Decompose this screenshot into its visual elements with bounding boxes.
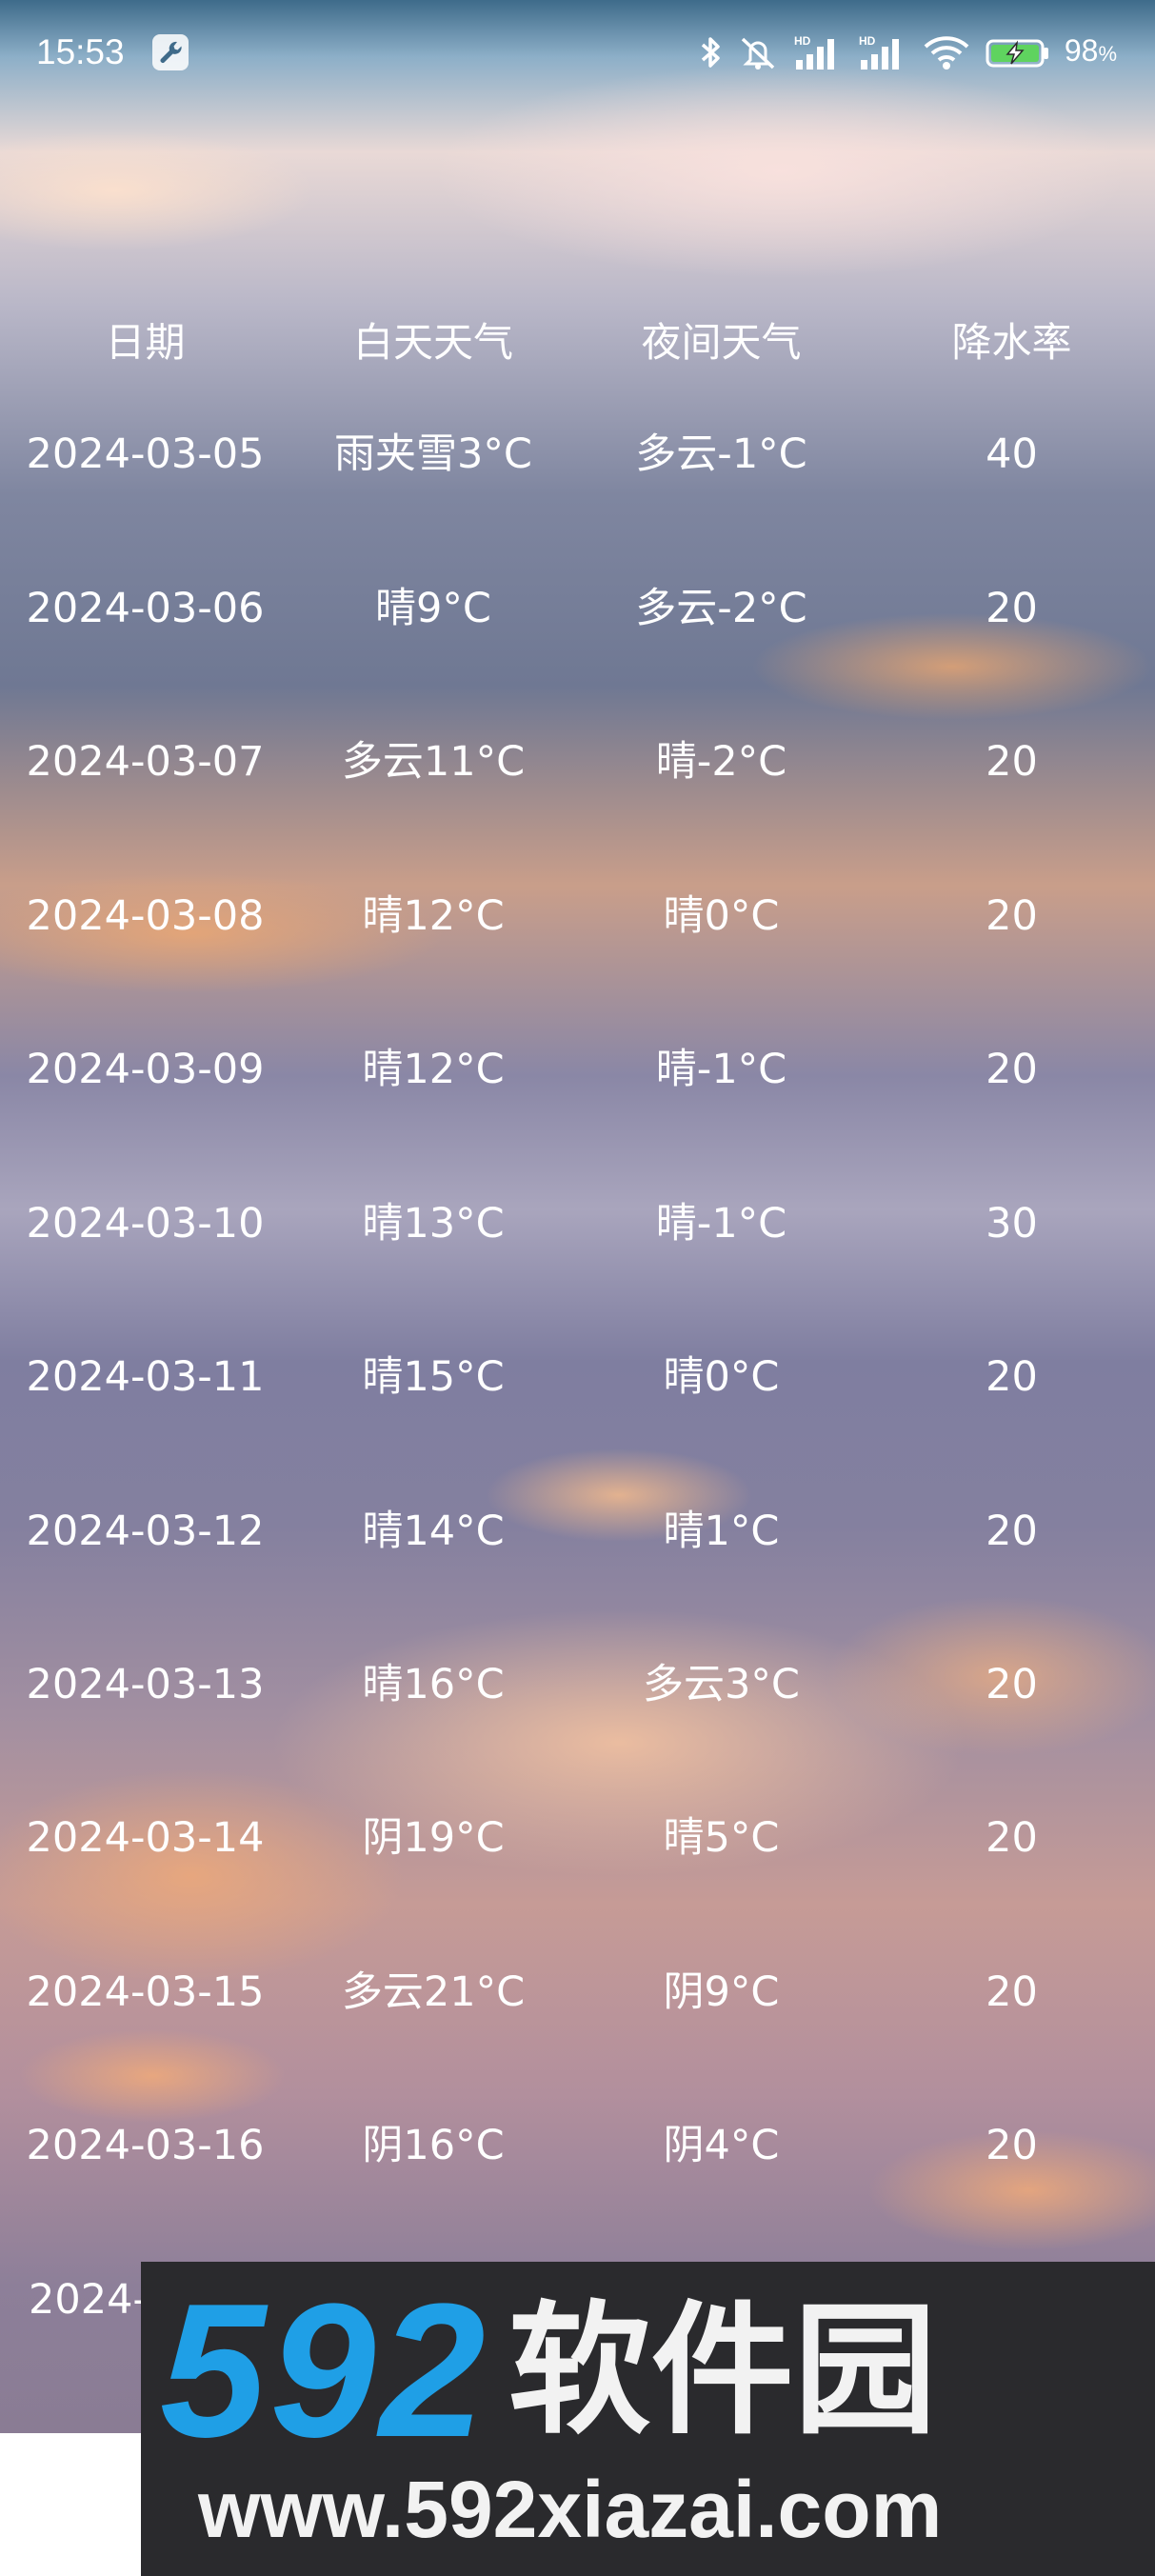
header-day-weather: 白天天气 <box>352 319 513 366</box>
watermark-logo-number: 592 <box>160 2265 489 2477</box>
row-day-weather: 多云21°C <box>341 1968 526 2016</box>
row-date: 2024-03-16 <box>26 2122 265 2169</box>
table-row: 2024-03-07 多云11°C 晴-2°C 20 <box>0 729 1155 795</box>
row-night-weather: 阴9°C <box>663 1968 780 2016</box>
row-day-weather: 多云11°C <box>341 738 526 786</box>
table-row: 2024-03-12 晴14°C 晴1°C 20 <box>0 1498 1155 1565</box>
row-day-weather: 晴9°C <box>375 585 491 632</box>
table-row: 2024-03-14 阴19°C 晴5°C 20 <box>0 1805 1155 1871</box>
row-day-weather: 晴12°C <box>362 1046 505 1093</box>
header-date: 日期 <box>105 319 186 366</box>
row-precipitation: 20 <box>986 585 1038 632</box>
watermark-logo: 592 软件园 <box>160 2265 937 2477</box>
row-date: 2024-03-07 <box>26 738 265 786</box>
table-row: 2024-03-08 晴12°C 晴0°C 20 <box>0 883 1155 949</box>
row-night-weather: 多云3°C <box>643 1661 800 1708</box>
status-bar: 15:53 HD HD 98% <box>0 0 1155 105</box>
row-night-weather: 阴4°C <box>663 2122 780 2169</box>
row-day-weather: 阴19°C <box>362 1814 505 1862</box>
row-day-weather: 晴13°C <box>362 1200 505 1248</box>
row-night-weather: 晴0°C <box>663 1353 780 1401</box>
row-night-weather: 晴-1°C <box>655 1046 787 1093</box>
row-night-weather: 晴5°C <box>663 1814 780 1862</box>
row-night-weather: 多云-2°C <box>635 585 807 632</box>
row-precipitation: 30 <box>986 1200 1038 1248</box>
row-date: 2024-03-13 <box>26 1661 265 1708</box>
row-night-weather: 晴0°C <box>663 892 780 940</box>
row-precipitation: 20 <box>986 1814 1038 1862</box>
row-day-weather: 雨夹雪3°C <box>334 430 532 478</box>
row-precipitation: 20 <box>986 1353 1038 1401</box>
row-day-weather: 晴12°C <box>362 892 505 940</box>
row-date: 2024-03-09 <box>26 1046 265 1093</box>
row-date: 2024-03-06 <box>26 585 265 632</box>
table-row: 2024-03-09 晴12°C 晴-1°C 20 <box>0 1036 1155 1103</box>
cell-signal-icon: HD <box>857 33 908 71</box>
battery-percentage: 98% <box>1064 33 1117 68</box>
table-row: 2024-03-13 晴16°C 多云3°C 20 <box>0 1651 1155 1718</box>
watermark-banner: 592 软件园 www.592xiazai.com <box>141 2262 1155 2576</box>
row-day-weather: 晴15°C <box>362 1353 505 1401</box>
status-time: 15:53 <box>36 32 125 71</box>
table-row: 2024-03-15 多云21°C 阴9°C 20 <box>0 1959 1155 2026</box>
mute-vibrate-icon <box>737 33 779 71</box>
row-date: 2024-03-08 <box>26 892 265 940</box>
row-day-weather: 晴16°C <box>362 1661 505 1708</box>
signal-hd-label: HD <box>794 34 811 48</box>
wrench-icon <box>152 34 189 70</box>
table-row: 2024-03-06 晴9°C 多云-2°C 20 <box>0 575 1155 642</box>
row-precipitation: 20 <box>986 1508 1038 1555</box>
row-precipitation: 20 <box>986 738 1038 786</box>
header-precipitation: 降水率 <box>951 319 1072 366</box>
row-date: 2024-03-05 <box>26 430 265 478</box>
table-row: 2024-03-11 晴15°C 晴0°C 20 <box>0 1344 1155 1410</box>
header-night-weather: 夜间天气 <box>641 319 802 366</box>
cell-signal-icon: HD <box>792 33 844 71</box>
row-night-weather: 晴-2°C <box>655 738 787 786</box>
row-date: 2024-03-11 <box>26 1353 265 1401</box>
row-precipitation: 40 <box>986 430 1038 478</box>
signal-hd-label: HD <box>859 34 876 48</box>
wifi-icon <box>922 33 971 71</box>
row-day-weather: 阴16°C <box>362 2122 505 2169</box>
watermark-logo-text: 软件园 <box>508 2288 937 2454</box>
row-precipitation: 20 <box>986 1968 1038 2016</box>
row-precipitation: 20 <box>986 2122 1038 2169</box>
row-night-weather: 晴-1°C <box>655 1200 787 1248</box>
row-date: 2024-03-14 <box>26 1814 265 1862</box>
row-date: 2024-03-10 <box>26 1200 265 1248</box>
table-row: 2024-03-10 晴13°C 晴-1°C 30 <box>0 1190 1155 1257</box>
watermark-url: www.592xiazai.com <box>198 2465 943 2554</box>
row-day-weather: 晴14°C <box>362 1508 505 1555</box>
row-precipitation: 20 <box>986 1046 1038 1093</box>
bluetooth-icon <box>699 33 724 71</box>
status-icons: HD HD 98% <box>699 29 1117 76</box>
table-row: 2024-03-16 阴16°C 阴4°C 20 <box>0 2112 1155 2179</box>
row-date: 2024-03-15 <box>26 1968 265 2016</box>
row-precipitation: 20 <box>986 1661 1038 1708</box>
row-precipitation: 20 <box>986 892 1038 940</box>
row-night-weather: 多云-1°C <box>635 430 807 478</box>
row-night-weather: 晴1°C <box>663 1508 780 1555</box>
row-date: 2024-03-12 <box>26 1508 265 1555</box>
battery-charging-icon <box>985 33 1051 71</box>
table-row: 2024-03-05 雨夹雪3°C 多云-1°C 40 <box>0 421 1155 488</box>
